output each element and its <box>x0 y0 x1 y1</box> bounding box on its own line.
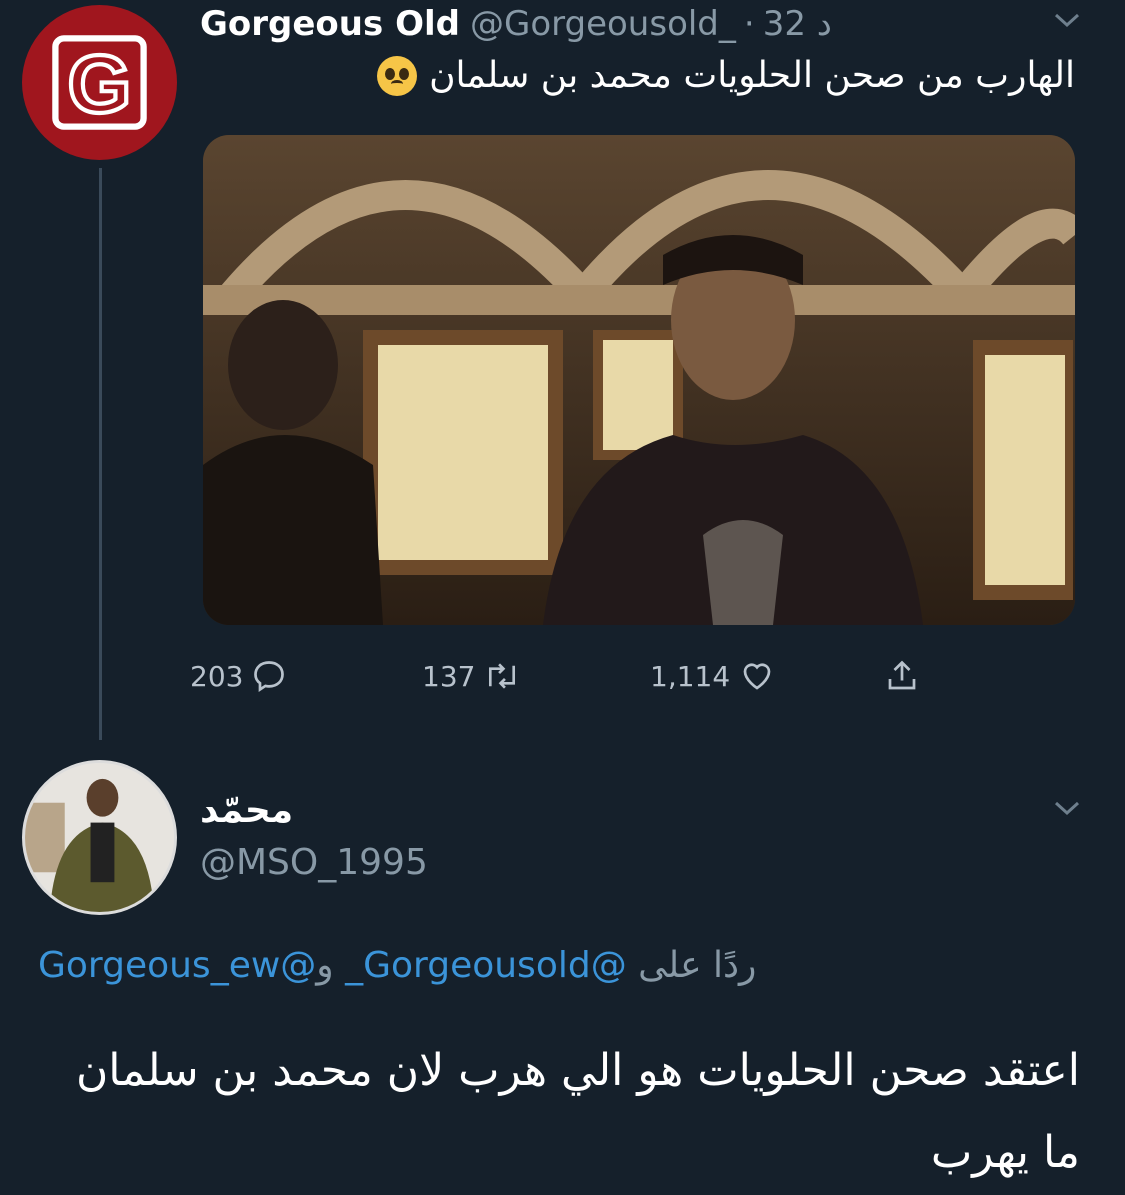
thread-line <box>99 168 102 740</box>
brand-logo-icon: G <box>52 35 147 132</box>
replying-to: ردًا على @Gorgeousold_ و@Gorgeous_ew <box>38 945 756 986</box>
reply-avatar[interactable] <box>22 760 177 915</box>
reply-icon <box>254 661 285 693</box>
mention-link[interactable]: @Gorgeousold_ <box>345 945 627 986</box>
retweet-action[interactable]: 137 <box>422 650 521 702</box>
reply-display-name[interactable]: محمّد <box>200 790 293 831</box>
conjunction: و <box>316 945 334 986</box>
chevron-down-icon[interactable] <box>1052 10 1082 30</box>
separator: · <box>743 4 755 44</box>
like-action[interactable]: 1,114 <box>650 650 776 702</box>
tweet-header: Gorgeous Old @Gorgeousold_ · 32 د <box>200 2 832 46</box>
replying-to-label: ردًا على <box>638 945 757 986</box>
display-name[interactable]: Gorgeous Old <box>200 4 460 44</box>
tweet-photo[interactable] <box>203 135 1075 625</box>
like-count: 1,114 <box>650 659 731 693</box>
heart-icon <box>743 663 771 690</box>
mention-link[interactable]: @Gorgeous_ew <box>38 945 316 986</box>
photo-image <box>203 135 1075 625</box>
pleading-face-icon <box>377 55 418 96</box>
reply-text: اعتقد صحن الحلويات هو الي هرب لان محمد ب… <box>75 1045 1080 1178</box>
chevron-down-icon[interactable] <box>1052 798 1082 818</box>
share-icon <box>888 660 916 690</box>
reply-action[interactable]: 203 <box>190 650 287 702</box>
action-bar: 203 137 1,114 <box>190 650 950 702</box>
tweet-text: الهارب من صحن الحلويات محمد بن سلمان <box>377 55 1075 96</box>
share-action[interactable] <box>884 650 920 702</box>
reply-count: 203 <box>190 659 244 693</box>
avatar-letter: G <box>68 39 132 130</box>
avatar[interactable]: G <box>22 5 177 160</box>
timestamp[interactable]: 32 د <box>763 4 832 44</box>
retweet-icon <box>489 663 516 689</box>
retweet-count: 137 <box>422 659 476 693</box>
avatar-photo <box>25 763 174 912</box>
reply-user-handle[interactable]: @MSO_1995 <box>200 842 428 883</box>
tweet-text-body: الهارب من صحن الحلويات محمد بن سلمان <box>429 55 1075 96</box>
user-handle[interactable]: @Gorgeousold_ <box>470 4 736 44</box>
